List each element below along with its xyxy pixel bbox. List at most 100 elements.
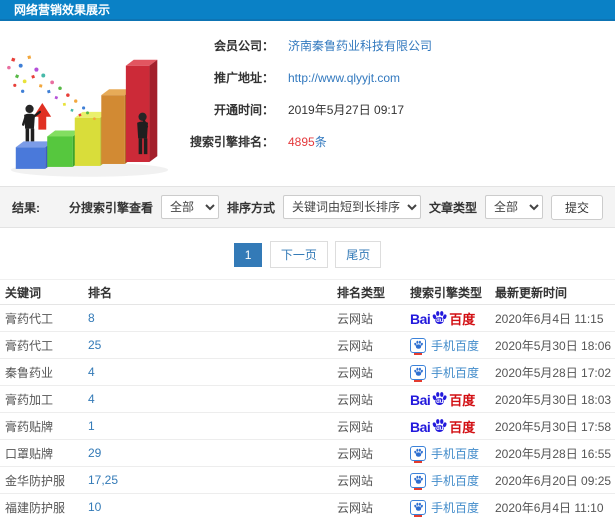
- article-type-label: 文章类型: [428, 200, 477, 215]
- page-button-next[interactable]: 下一页: [269, 241, 328, 268]
- keyword-cell: 金华防护服: [5, 473, 66, 488]
- pagination: 1 下一页 尾页: [0, 228, 615, 279]
- baidu-paw-icon: [413, 502, 424, 512]
- update-time-cell: 2020年5月30日 18:03: [495, 392, 612, 407]
- table-row: 口罩贴牌 29 云网站 手机百度 2020年5月28日 16:55: [0, 440, 615, 467]
- results-table: 关键词 排名 排名类型 搜索引擎类型 最新更新时间 膏药代工 8 云网站 Bai…: [0, 279, 615, 520]
- table-row: 膏药代工 8 云网站 Bai du 百度 2020年6月4日 11:15: [0, 305, 615, 332]
- info-row-open-time: 开通时间： 2019年5月27日 09:17: [178, 101, 615, 118]
- baidu-paw-icon: [413, 367, 424, 377]
- rank-link[interactable]: 10: [88, 500, 101, 514]
- article-type-select[interactable]: 全部: [484, 195, 543, 219]
- engine-rank-value: 4895条: [288, 133, 327, 150]
- company-info-list: 会员公司： 济南秦鲁药业科技有限公司 推广地址： http://www.qlyy…: [178, 29, 615, 180]
- keyword-cell: 口罩贴牌: [5, 446, 54, 461]
- mobile-baidu-icon: [410, 364, 426, 382]
- page-title: 网络营销效果展示: [14, 3, 111, 17]
- baidu-logo-cn: 百度: [449, 312, 476, 327]
- table-row: 金华防护服 17,25 云网站 手机百度 2020年6月20日 09:25: [0, 467, 615, 494]
- table-row: 膏药加工 4 云网站 Bai du 百度 2020年5月30日 18:03: [0, 386, 615, 413]
- table-row: 福建防护服 10 云网站 手机百度 2020年6月4日 11:10: [0, 494, 615, 520]
- baidu-paw-icon: [413, 475, 424, 485]
- company-link[interactable]: 济南秦鲁药业科技有限公司: [288, 37, 432, 54]
- header-update-time: 最新更新时间: [495, 285, 568, 300]
- header-rank: 排名: [88, 285, 113, 300]
- hero-image: [0, 29, 178, 180]
- rank-link[interactable]: 4: [88, 365, 95, 379]
- keyword-cell: 膏药代工: [5, 311, 54, 326]
- update-time-cell: 2020年6月4日 11:15: [495, 311, 604, 326]
- baidu-logo-du: du: [436, 318, 444, 324]
- baidu-mobile-logo: 手机百度: [410, 472, 480, 490]
- baidu-mobile-logo: 手机百度: [410, 364, 479, 382]
- baidu-mobile-logo: 手机百度: [410, 445, 480, 463]
- baidu-pc-logo: Bai du 百度: [410, 310, 475, 326]
- promo-url-link[interactable]: http://www.qlyyjt.com: [288, 71, 400, 85]
- rank-type-cell: 云网站: [337, 392, 374, 407]
- baidu-logo-cn: 百度: [449, 420, 476, 435]
- sort-select[interactable]: 关键词由短到长排序: [282, 195, 421, 219]
- update-time-cell: 2020年6月20日 09:25: [495, 473, 612, 488]
- mobile-baidu-label: 手机百度: [431, 446, 480, 461]
- baidu-logo-du: du: [436, 399, 444, 405]
- open-time-value: 2019年5月27日 09:17: [288, 103, 405, 117]
- engine-cell: 手机百度: [410, 499, 495, 517]
- table-row: 膏药代工 25 云网站 手机百度 2020年5月30日 18:06: [0, 332, 615, 359]
- page-button-current[interactable]: 1: [233, 243, 263, 267]
- mobile-baidu-icon: [410, 337, 426, 355]
- update-time-cell: 2020年5月28日 17:02: [495, 365, 612, 380]
- rank-link[interactable]: 4: [88, 392, 95, 406]
- baidu-pc-logo: Bai du 百度: [410, 391, 475, 407]
- mobile-baidu-label: 手机百度: [431, 338, 480, 353]
- rank-link[interactable]: 29: [88, 446, 101, 460]
- baidu-logo-latin: Bai: [410, 392, 431, 408]
- engine-view-select[interactable]: 全部: [160, 195, 219, 219]
- engine-cell: 手机百度: [410, 337, 495, 355]
- header-rank-type: 排名类型: [337, 285, 386, 300]
- baidu-paw-badge: du: [431, 418, 448, 434]
- rank-link[interactable]: 17,25: [88, 473, 118, 487]
- engine-cell: Bai du 百度: [410, 391, 495, 407]
- table-row: 秦鲁药业 4 云网站 手机百度 2020年5月28日 17:02: [0, 359, 615, 386]
- baidu-mobile-logo: 手机百度: [410, 337, 480, 355]
- keyword-cell: 膏药贴牌: [5, 419, 54, 434]
- rank-link[interactable]: 8: [88, 311, 95, 325]
- open-time-label: 开通时间：: [213, 103, 274, 117]
- header-keyword: 关键词: [5, 285, 42, 300]
- rank-link[interactable]: 25: [88, 338, 101, 352]
- info-row-url: 推广地址： http://www.qlyyjt.com: [178, 69, 615, 86]
- rank-link[interactable]: 1: [88, 419, 95, 433]
- baidu-logo-latin: Bai: [410, 419, 431, 435]
- keyword-cell: 秦鲁药业: [5, 365, 54, 380]
- submit-button[interactable]: 提交: [550, 194, 603, 220]
- baidu-paw-icon: [413, 448, 424, 458]
- mobile-baidu-underline: [414, 514, 422, 517]
- engine-cell: 手机百度: [410, 445, 495, 463]
- promo-url-label: 推广地址：: [213, 71, 274, 85]
- update-time-cell: 2020年5月28日 16:55: [495, 446, 612, 461]
- company-label: 会员公司：: [213, 39, 274, 53]
- mobile-baidu-label: 手机百度: [431, 473, 480, 488]
- baidu-logo-cn: 百度: [449, 393, 476, 408]
- rank-type-cell: 云网站: [337, 338, 374, 353]
- engine-rank-count: 4895: [288, 135, 315, 149]
- mobile-baidu-underline: [414, 379, 422, 382]
- info-row-company: 会员公司： 济南秦鲁药业科技有限公司: [178, 37, 615, 54]
- table-body: 膏药代工 8 云网站 Bai du 百度 2020年6月4日 11:15 膏药代工 …: [0, 305, 615, 520]
- filter-controls: 分搜索引擎查看 全部 排序方式 关键词由短到长排序 文章类型 全部 提交: [68, 194, 603, 220]
- rank-type-cell: 云网站: [337, 419, 374, 434]
- engine-cell: Bai du 百度: [410, 310, 495, 326]
- page-button-last[interactable]: 尾页: [335, 241, 382, 268]
- info-section: 会员公司： 济南秦鲁药业科技有限公司 推广地址： http://www.qlyy…: [0, 21, 615, 186]
- engine-rank-label: 搜索引擎排名：: [189, 135, 274, 149]
- header-engine-type: 搜索引擎类型: [410, 285, 483, 300]
- engine-view-label: 分搜索引擎查看: [68, 200, 153, 215]
- engine-cell: 手机百度: [410, 472, 495, 490]
- hero-chart-graphic: [7, 54, 169, 177]
- mobile-baidu-underline: [414, 460, 422, 463]
- rank-type-cell: 云网站: [337, 473, 374, 488]
- keyword-cell: 膏药代工: [5, 338, 54, 353]
- rank-type-cell: 云网站: [337, 311, 374, 326]
- rank-type-cell: 云网站: [337, 500, 374, 515]
- table-header-row: 关键词 排名 排名类型 搜索引擎类型 最新更新时间: [0, 280, 615, 305]
